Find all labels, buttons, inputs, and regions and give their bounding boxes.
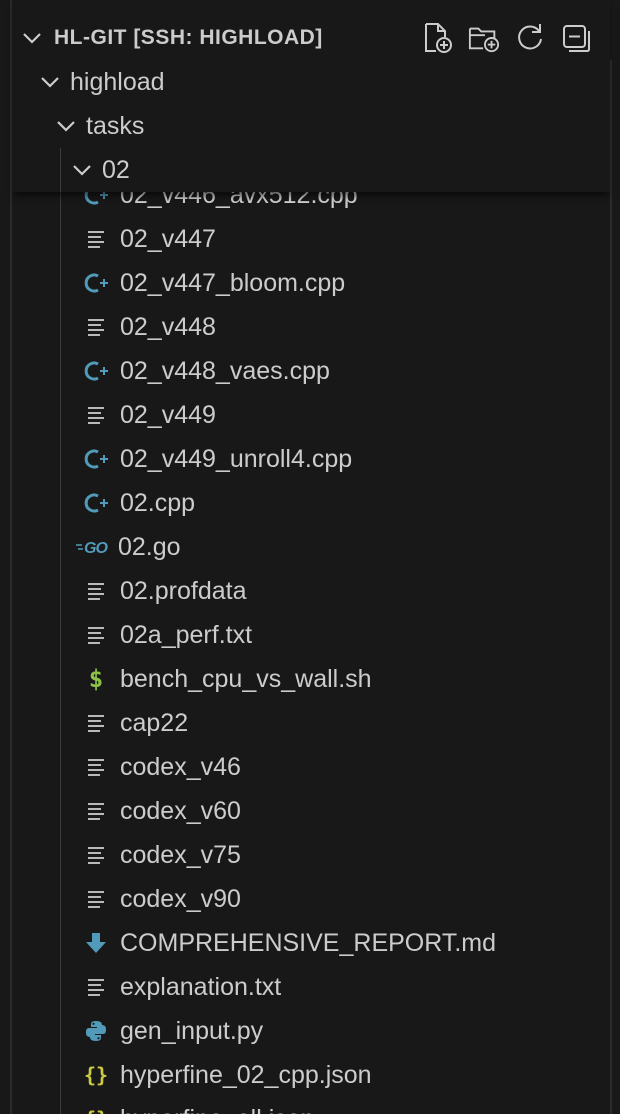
go-icon: GO bbox=[76, 533, 110, 561]
svg-text:GO: GO bbox=[84, 540, 108, 557]
folder-label: tasks bbox=[86, 111, 145, 140]
chevron-down-icon bbox=[20, 26, 44, 50]
cpp-icon bbox=[82, 269, 110, 297]
sticky-tree-header: HL-GIT [SSH: HIGHLOAD] highload tasks 02 bbox=[12, 0, 610, 192]
python-icon bbox=[82, 1017, 110, 1045]
new-file-icon[interactable] bbox=[422, 22, 454, 54]
file-item[interactable]: codex_v46 bbox=[82, 745, 241, 789]
file-label: explanation.txt bbox=[120, 972, 282, 1001]
file-label: 02_v447_bloom.cpp bbox=[120, 268, 346, 297]
cpp-icon bbox=[82, 357, 110, 385]
folder-label: highload bbox=[70, 67, 165, 96]
file-item[interactable]: codex_v60 bbox=[82, 789, 241, 833]
file-item[interactable]: 02_v449 bbox=[82, 393, 216, 437]
file-label: 02_v448_vaes.cpp bbox=[120, 356, 330, 385]
text-file-icon bbox=[82, 401, 110, 429]
markdown-icon bbox=[82, 929, 110, 957]
chevron-down-icon bbox=[38, 70, 62, 94]
file-label: 02_v449 bbox=[120, 400, 216, 429]
indent-guide bbox=[60, 148, 61, 192]
file-label: hyperfine_all.json bbox=[120, 1105, 315, 1114]
folder-02[interactable]: 02 bbox=[70, 148, 130, 192]
file-label: codex_v90 bbox=[120, 884, 241, 913]
cpp-icon bbox=[82, 489, 110, 517]
file-item[interactable]: {} hyperfine_all.json bbox=[82, 1097, 315, 1114]
file-label: hyperfine_02_cpp.json bbox=[120, 1060, 372, 1089]
file-item[interactable]: {} hyperfine_02_cpp.json bbox=[82, 1053, 372, 1097]
folder-highload[interactable]: highload bbox=[38, 60, 165, 104]
file-item[interactable]: gen_input.py bbox=[82, 1009, 263, 1053]
file-item[interactable]: explanation.txt bbox=[82, 965, 281, 1009]
text-file-icon bbox=[82, 225, 110, 253]
explorer-panel: HL-GIT [SSH: HIGHLOAD] highload tasks 02… bbox=[0, 0, 620, 1114]
cpp-icon bbox=[82, 445, 110, 473]
new-folder-icon[interactable] bbox=[468, 22, 500, 54]
file-label: COMPREHENSIVE_REPORT.md bbox=[120, 928, 497, 957]
file-label: codex_v46 bbox=[120, 752, 241, 781]
file-item[interactable]: codex_v75 bbox=[82, 833, 241, 877]
file-item[interactable]: 02_v447_bloom.cpp bbox=[82, 261, 345, 305]
file-label: bench_cpu_vs_wall.sh bbox=[120, 664, 372, 693]
file-label: codex_v60 bbox=[120, 796, 241, 825]
text-file-icon bbox=[82, 621, 110, 649]
chevron-down-icon bbox=[70, 158, 94, 182]
file-item[interactable]: 02_v448 bbox=[82, 305, 216, 349]
file-item[interactable]: 02_v449_unroll4.cpp bbox=[82, 437, 352, 481]
file-label: 02_v447 bbox=[120, 224, 216, 253]
collapse-all-icon[interactable] bbox=[560, 22, 592, 54]
text-file-icon bbox=[82, 885, 110, 913]
text-file-icon bbox=[82, 797, 110, 825]
file-item[interactable]: 02.profdata bbox=[82, 569, 247, 613]
file-label: 02_v449_unroll4.cpp bbox=[120, 444, 353, 473]
file-item[interactable]: 02_v448_vaes.cpp bbox=[82, 349, 330, 393]
text-file-icon bbox=[82, 577, 110, 605]
refresh-icon[interactable] bbox=[514, 22, 546, 54]
file-label: 02_v448 bbox=[120, 312, 216, 341]
json-icon: {} bbox=[82, 1105, 110, 1114]
file-item[interactable]: $ bench_cpu_vs_wall.sh bbox=[82, 657, 372, 701]
text-file-icon bbox=[82, 973, 110, 1001]
file-item[interactable]: GO 02.go bbox=[76, 525, 181, 569]
file-label: 02.profdata bbox=[120, 576, 247, 605]
file-item[interactable]: 02a_perf.txt bbox=[82, 613, 252, 657]
folder-label: 02 bbox=[102, 155, 130, 184]
file-label: 02.cpp bbox=[120, 488, 196, 517]
json-icon: {} bbox=[83, 1063, 109, 1087]
file-label: 02a_perf.txt bbox=[120, 620, 253, 649]
section-title: HL-GIT [SSH: HIGHLOAD] bbox=[54, 26, 323, 49]
file-item[interactable]: 02_v447 bbox=[82, 217, 216, 261]
explorer-actions bbox=[422, 16, 592, 60]
chevron-down-icon bbox=[54, 114, 78, 138]
shell-icon: $ bbox=[88, 665, 104, 693]
file-label: gen_input.py bbox=[120, 1016, 264, 1045]
file-label: 02.go bbox=[118, 532, 181, 561]
text-file-icon bbox=[82, 709, 110, 737]
file-item[interactable]: COMPREHENSIVE_REPORT.md bbox=[82, 921, 496, 965]
text-file-icon bbox=[82, 841, 110, 869]
file-item[interactable]: codex_v90 bbox=[82, 877, 241, 921]
file-item[interactable]: cap22 bbox=[82, 701, 188, 745]
text-file-icon bbox=[82, 313, 110, 341]
file-label: codex_v75 bbox=[120, 840, 241, 869]
file-item[interactable]: 02.cpp bbox=[82, 481, 195, 525]
text-file-icon bbox=[82, 753, 110, 781]
folder-tasks[interactable]: tasks bbox=[54, 104, 144, 148]
file-label: cap22 bbox=[120, 708, 189, 737]
